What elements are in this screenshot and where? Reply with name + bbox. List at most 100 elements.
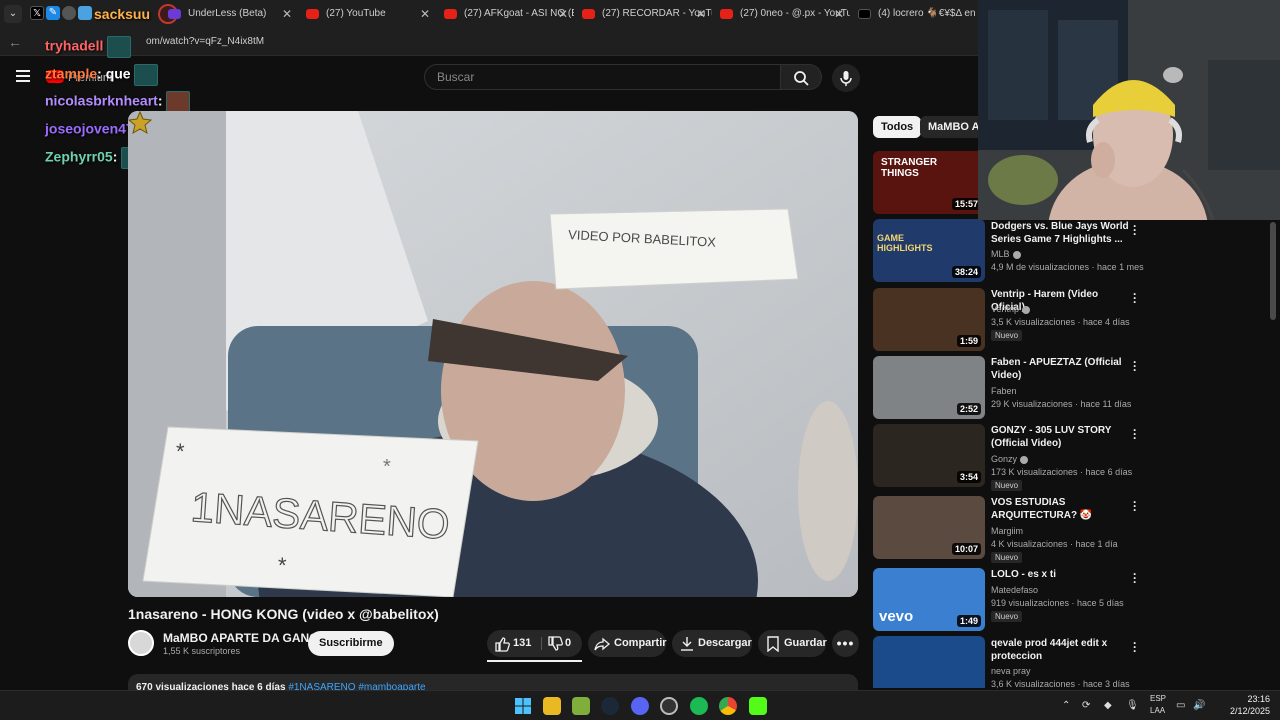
rec-channel[interactable]: Ventrip bbox=[991, 304, 1031, 314]
windows-start-icon[interactable] bbox=[514, 697, 532, 715]
video-player[interactable]: VIDEO POR BABELITOX 1NASARENO * * * bbox=[128, 111, 858, 597]
youtube-icon bbox=[720, 9, 733, 19]
rec-title[interactable]: Dodgers vs. Blue Jays World Series Game … bbox=[991, 220, 1131, 246]
clock-date[interactable]: 2/12/2025 bbox=[1212, 706, 1270, 716]
youtube-icon bbox=[444, 9, 457, 19]
tray-microphone-icon[interactable]: 🎙 bbox=[1126, 700, 1139, 711]
channel-name[interactable]: MaMBO APARTE DA GANG bbox=[163, 631, 319, 645]
dislike-button[interactable]: 0 bbox=[543, 630, 582, 657]
video-title: 1nasareno - HONG KONG (video x @babelito… bbox=[128, 606, 439, 622]
tab-search-menu[interactable]: ⌄ bbox=[4, 5, 22, 23]
microphone-icon bbox=[840, 71, 852, 86]
steam-icon[interactable] bbox=[601, 697, 619, 715]
close-icon[interactable]: ✕ bbox=[558, 3, 568, 25]
spotify-icon[interactable] bbox=[690, 697, 708, 715]
tray-sync-icon[interactable]: ⟳ bbox=[1082, 700, 1090, 711]
share-button[interactable]: Compartir bbox=[588, 630, 667, 657]
pinned-tab-edit[interactable]: ✎ bbox=[46, 6, 60, 20]
chat-message: ztample: que bbox=[45, 64, 159, 86]
rec-thumbnail[interactable]: 2:52 bbox=[873, 356, 985, 419]
rec-channel[interactable]: Faben bbox=[991, 386, 1017, 396]
rec-title[interactable]: GONZY - 305 LUV STORY (Official Video) bbox=[991, 424, 1131, 450]
url-text[interactable]: om/watch?v=qFz_N4ix8tM bbox=[146, 36, 264, 47]
save-button[interactable]: Guardar bbox=[758, 630, 827, 657]
chat-emote bbox=[134, 64, 159, 86]
tab-locrero[interactable]: (4) locrero 🐐€¥$Δ en X: bbox=[850, 3, 978, 25]
tray-chevron-up-icon[interactable]: ⌃ bbox=[1062, 700, 1070, 711]
rec-thumbnail[interactable]: 1:59 bbox=[873, 288, 985, 351]
voice-search-button[interactable] bbox=[832, 64, 860, 92]
rec-thumbnail[interactable]: vevo 1:49 bbox=[873, 568, 985, 631]
rec-channel[interactable]: Matedefaso bbox=[991, 585, 1038, 595]
clock-time[interactable]: 23:16 bbox=[1222, 694, 1270, 704]
more-vertical-icon[interactable]: · · · bbox=[1133, 568, 1139, 588]
rec-title[interactable]: LOLO - es x ti bbox=[991, 568, 1131, 581]
hamburger-menu-icon[interactable] bbox=[16, 70, 30, 82]
pinned-tab-ghost[interactable] bbox=[62, 6, 76, 20]
download-button[interactable]: Descargar bbox=[672, 630, 752, 657]
rec-thumbnail[interactable]: 10:07 bbox=[873, 496, 985, 559]
chat-username: tryhadell bbox=[45, 37, 104, 54]
tab-recordar[interactable]: (27) RECORDAR - YouTub... ✕ bbox=[574, 3, 712, 25]
keyboard-layout[interactable]: LAA bbox=[1150, 706, 1165, 715]
more-vertical-icon[interactable]: · · · bbox=[1133, 220, 1139, 240]
like-button[interactable]: 131 bbox=[487, 630, 539, 657]
more-vertical-icon[interactable]: · · · bbox=[1133, 424, 1139, 444]
minecraft-icon[interactable] bbox=[572, 697, 590, 715]
rec-title[interactable]: Faben - APUEZTAZ (Official Video) bbox=[991, 356, 1131, 382]
chat-username: joseojoven47 bbox=[45, 120, 134, 137]
back-arrow-icon[interactable]: ← bbox=[8, 34, 22, 50]
discord-icon[interactable] bbox=[631, 697, 649, 715]
tab-youtube[interactable]: (27) YouTube ✕ bbox=[298, 3, 436, 25]
save-label: Guardar bbox=[784, 637, 827, 649]
chat-username: nicolasbrknheart bbox=[45, 92, 158, 109]
volume-icon[interactable]: 🔊 bbox=[1193, 700, 1205, 711]
language-code[interactable]: ESP bbox=[1150, 694, 1166, 703]
rec-duration: 38:24 bbox=[951, 266, 981, 278]
more-actions-button[interactable]: ••• bbox=[832, 630, 859, 657]
chrome-icon[interactable] bbox=[719, 697, 737, 715]
rec-thumbnail[interactable]: 3:54 bbox=[873, 424, 985, 487]
verified-icon bbox=[1022, 305, 1031, 314]
channel-watermark-icon[interactable] bbox=[128, 111, 152, 135]
asterisk-mark: * bbox=[278, 553, 287, 578]
pinned-tab-x[interactable]: 𝕏 bbox=[30, 6, 44, 20]
more-vertical-icon[interactable]: · · · bbox=[1133, 288, 1139, 308]
asterisk-mark: * bbox=[383, 456, 391, 478]
rec-channel[interactable]: neva pray bbox=[991, 666, 1031, 676]
more-vertical-icon[interactable]: · · · bbox=[1133, 356, 1139, 376]
close-icon[interactable]: ✕ bbox=[696, 3, 706, 25]
channel-avatar[interactable] bbox=[128, 630, 154, 656]
search-button[interactable] bbox=[781, 64, 822, 90]
obs-icon[interactable] bbox=[660, 697, 678, 715]
rec-thumbnail[interactable] bbox=[873, 636, 985, 688]
tab-afkgoat[interactable]: (27) AFKgoat - ASI NO (E... ✕ bbox=[436, 3, 574, 25]
close-icon[interactable]: ✕ bbox=[834, 3, 844, 25]
file-explorer-icon[interactable] bbox=[543, 697, 561, 715]
close-icon[interactable]: ✕ bbox=[420, 3, 430, 25]
tab-underless[interactable]: UnderLess (Beta) ✕ bbox=[160, 3, 298, 25]
tab-0neo[interactable]: (27) 0neo - @.px - YouTu... ✕ bbox=[712, 3, 850, 25]
rec-channel[interactable]: Gonzy bbox=[991, 454, 1029, 464]
chat-username: Zephyrr05 bbox=[45, 148, 113, 165]
rec-title[interactable]: VOS ESTUDIAS ARQUITECTURA? 🤡 bbox=[991, 496, 1131, 522]
chip-todos[interactable]: Todos bbox=[873, 116, 922, 138]
more-vertical-icon[interactable]: · · · bbox=[1133, 496, 1139, 516]
more-vertical-icon[interactable]: · · · bbox=[1133, 637, 1139, 657]
rec-thumbnail[interactable]: GAME HIGHLIGHTS 38:24 bbox=[873, 219, 985, 282]
rec-thumbnail[interactable]: STRANGER THINGS 15:57 bbox=[873, 151, 985, 214]
sidebar-scrollbar[interactable] bbox=[1270, 222, 1276, 320]
network-icon[interactable]: ▭ bbox=[1176, 700, 1185, 711]
new-badge: Nuevo bbox=[991, 480, 1023, 491]
rec-channel[interactable]: MLB bbox=[991, 249, 1021, 259]
subscribe-button[interactable]: Suscribirme bbox=[308, 631, 394, 656]
kick-icon[interactable] bbox=[749, 697, 767, 715]
address-bar: ← om/watch?v=qFz_N4ix8tM bbox=[0, 28, 978, 56]
pinned-tab-cube[interactable] bbox=[78, 6, 92, 20]
rec-title[interactable]: qevale prod 444jet edit x proteccion bbox=[991, 637, 1131, 663]
rec-channel[interactable]: Margiim bbox=[991, 526, 1023, 536]
taskbar: ⌃ ⟳ ◆ 🎙 ESP LAA ▭ 🔊 23:16 2/12/2025 bbox=[0, 690, 1280, 720]
tray-security-icon[interactable]: ◆ bbox=[1104, 700, 1112, 711]
close-icon[interactable]: ✕ bbox=[282, 3, 292, 25]
search-input[interactable] bbox=[424, 64, 781, 90]
